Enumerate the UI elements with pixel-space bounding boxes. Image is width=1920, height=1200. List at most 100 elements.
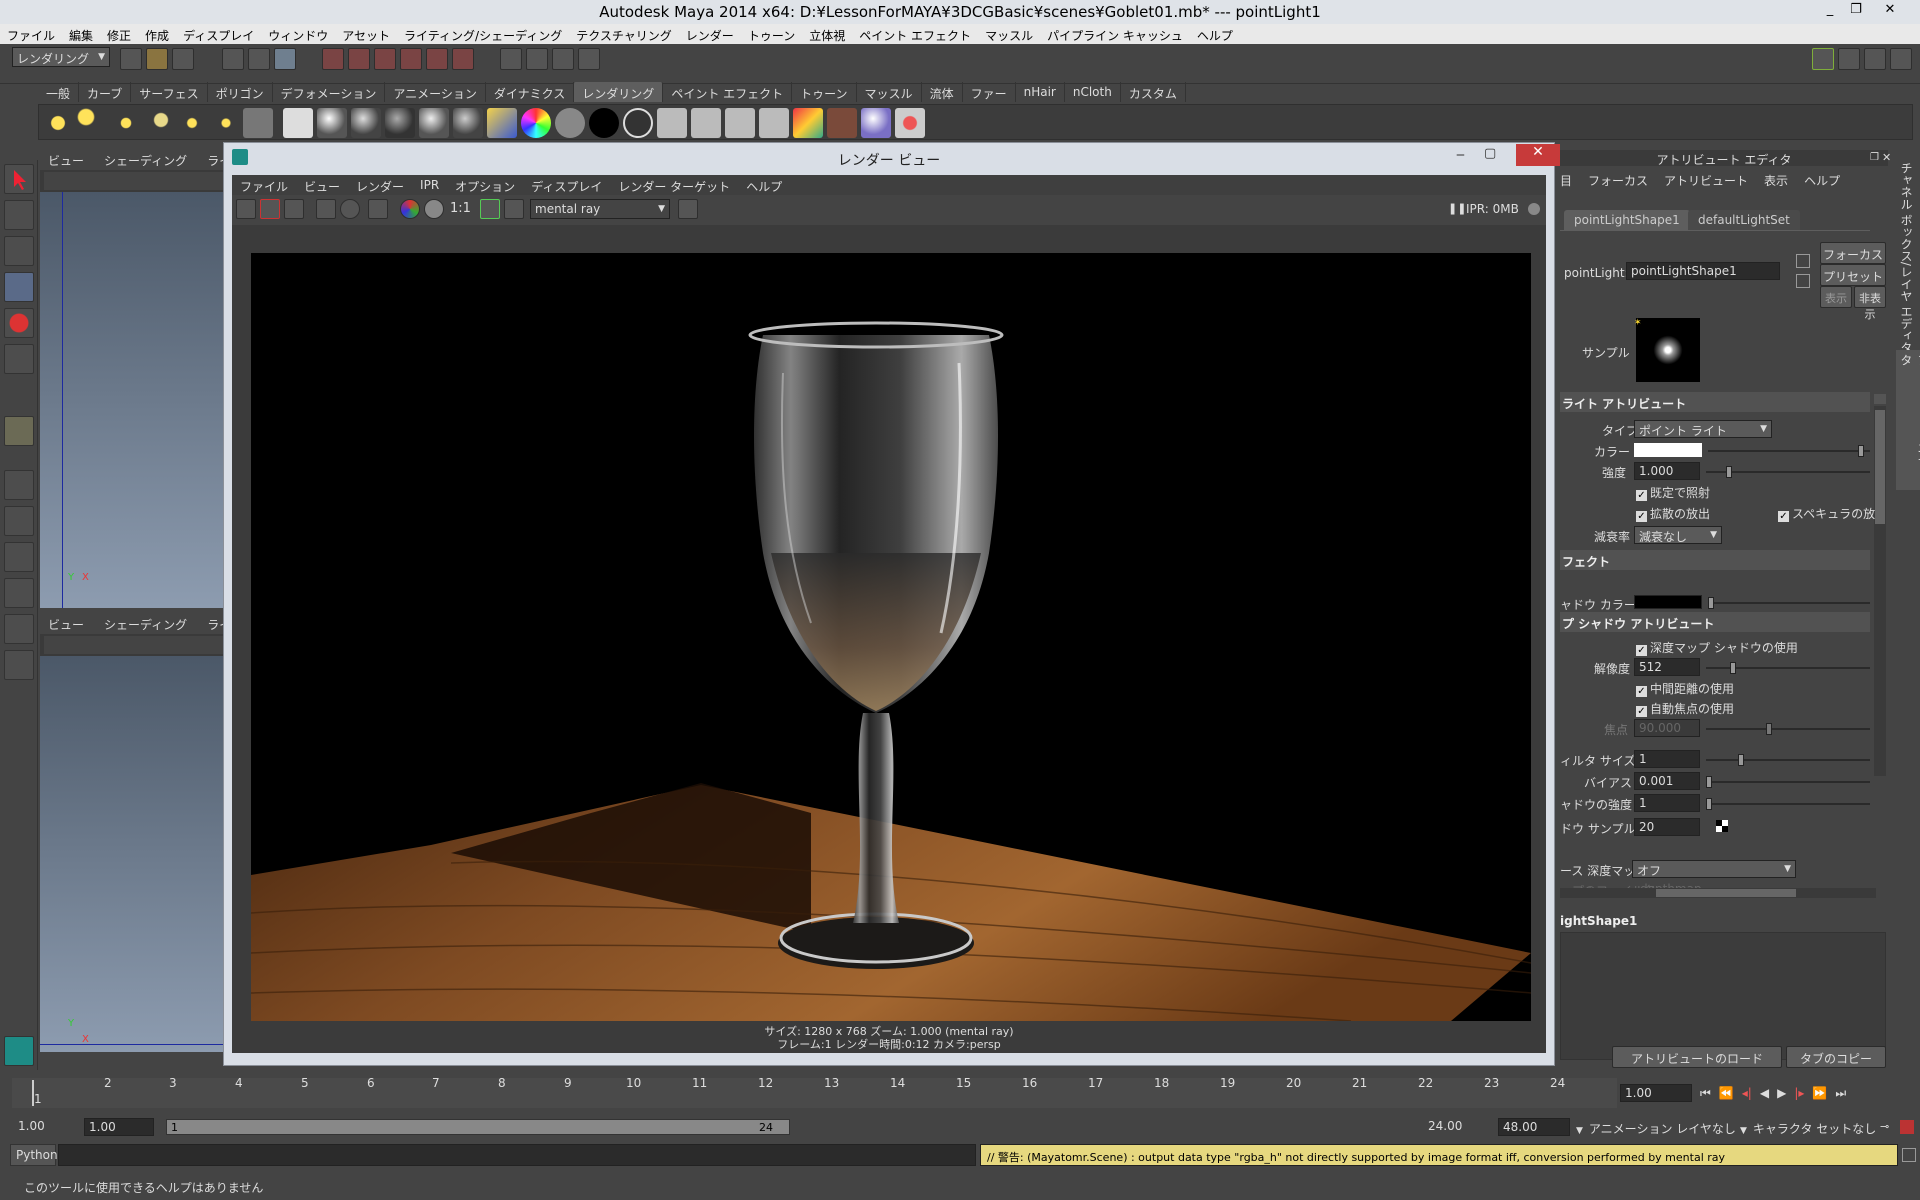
- viewport-menu-view[interactable]: ビュー: [48, 618, 84, 632]
- hypershade-icon[interactable]: [578, 48, 600, 70]
- show-tool-settings-icon[interactable]: [1838, 48, 1860, 70]
- load-attributes-button[interactable]: アトリビュートのロード: [1612, 1046, 1782, 1068]
- viewport-panel-toolbar[interactable]: [44, 172, 224, 190]
- ae-tab-pointlightshape[interactable]: pointLightShape1: [1564, 210, 1690, 230]
- ae-menu-focus[interactable]: フォーカス: [1588, 172, 1648, 189]
- redo-render-icon[interactable]: [236, 199, 256, 219]
- show-channel-box-icon[interactable]: [1864, 48, 1886, 70]
- light-effects-section[interactable]: フェクト: [1560, 550, 1870, 570]
- four-view-layout-icon[interactable]: [4, 506, 34, 536]
- rv-menu-ipr[interactable]: IPR: [412, 175, 447, 195]
- shelf-tab-polygons[interactable]: ポリゴン: [208, 82, 273, 102]
- side-tab-attribute-editor[interactable]: アトリビュート エディタ: [1896, 350, 1920, 490]
- disk-based-dmaps-dropdown[interactable]: オフ ▼: [1632, 860, 1796, 878]
- playback-end-field[interactable]: 24.00: [1424, 1118, 1494, 1136]
- color-slider[interactable]: [1708, 445, 1870, 457]
- key-icon[interactable]: ⊸: [1880, 1120, 1889, 1133]
- rv-menu-options[interactable]: オプション: [447, 175, 523, 195]
- map-button-icon[interactable]: [1716, 820, 1728, 832]
- rendered-image[interactable]: [251, 253, 1531, 1021]
- shadow-color-slider-knob[interactable]: [1708, 597, 1714, 609]
- last-tool-icon[interactable]: [4, 416, 34, 446]
- surface-shader-icon[interactable]: [555, 108, 585, 138]
- intensity-slider-knob[interactable]: [1726, 466, 1732, 478]
- point-light-icon[interactable]: [111, 108, 141, 138]
- restore-button[interactable]: ❐: [1846, 2, 1866, 17]
- copy-tab-button[interactable]: タブのコピー: [1786, 1046, 1886, 1068]
- go-to-output-icon[interactable]: [1796, 274, 1810, 288]
- intensity-field[interactable]: 1.000: [1634, 462, 1700, 480]
- end-time-field[interactable]: 48.00: [1498, 1118, 1570, 1136]
- fog-shadow-intensity-slider[interactable]: [1706, 798, 1870, 810]
- texture-ball-icon[interactable]: [861, 108, 891, 138]
- go-to-end-icon[interactable]: ⏭: [1835, 1086, 1846, 1101]
- menu-display[interactable]: ディスプレイ: [176, 24, 261, 44]
- directional-light-icon[interactable]: [77, 108, 107, 138]
- rgb-channels-icon[interactable]: [400, 199, 420, 219]
- bias-slider-knob[interactable]: [1706, 776, 1712, 788]
- volume-light-icon[interactable]: [211, 108, 241, 138]
- select-component-icon[interactable]: [274, 48, 296, 70]
- use-mid-dist-checkbox[interactable]: ✓ 中間距離の使用: [1636, 680, 1734, 697]
- preferences-icon[interactable]: [1900, 1120, 1914, 1134]
- resolution-field[interactable]: 512: [1634, 658, 1700, 676]
- render-sequence-icon[interactable]: [691, 108, 721, 138]
- scale-tool-icon[interactable]: [4, 344, 34, 374]
- anisotropic-icon[interactable]: [317, 108, 347, 138]
- snap-point-icon[interactable]: [374, 48, 396, 70]
- menu-file[interactable]: ファイル: [0, 24, 62, 44]
- ipr-render-icon[interactable]: [316, 199, 336, 219]
- render-globals-icon[interactable]: [793, 108, 823, 138]
- ae-scrollbar[interactable]: [1874, 406, 1886, 776]
- range-bar[interactable]: 1 24: [166, 1119, 790, 1135]
- viewport-menu-view[interactable]: ビュー: [48, 154, 84, 168]
- fog-shadow-intensity-field[interactable]: 1: [1634, 794, 1700, 812]
- menu-muscle[interactable]: マッスル: [978, 24, 1040, 44]
- emit-diffuse-checkbox[interactable]: ✓ 拡散の放出: [1636, 505, 1710, 522]
- shelf-tab-curves[interactable]: カーブ: [79, 82, 132, 102]
- ae-float-icon[interactable]: ❐: [1870, 152, 1879, 163]
- viewport-bottom[interactable]: ビューシェーディングライティ Y X: [40, 616, 254, 1052]
- ramp-shader-icon[interactable]: [487, 108, 517, 138]
- bias-field[interactable]: 0.001: [1634, 772, 1700, 790]
- move-tool-icon[interactable]: [4, 272, 34, 302]
- filter-size-slider[interactable]: [1706, 754, 1870, 766]
- phong-icon[interactable]: [419, 108, 449, 138]
- rv-menu-render[interactable]: レンダー: [348, 175, 412, 195]
- render-frame-icon[interactable]: [500, 48, 522, 70]
- snap-surface-icon[interactable]: [426, 48, 448, 70]
- filter-size-field[interactable]: 1: [1634, 750, 1700, 768]
- rv-menu-display[interactable]: ディスプレイ: [523, 175, 610, 195]
- notes-field[interactable]: [1560, 932, 1886, 1060]
- rotate-tool-icon[interactable]: [4, 308, 34, 338]
- ipr-render-icon[interactable]: [526, 48, 548, 70]
- ae-scrollbar-thumb[interactable]: [1875, 410, 1885, 524]
- side-tab-channel-box[interactable]: チャネル ボックス/レイヤ エディタ: [1898, 162, 1915, 354]
- maximize-icon[interactable]: ▢: [1484, 146, 1496, 161]
- graph-editor-layout-icon[interactable]: [4, 578, 34, 608]
- ambient-light-icon[interactable]: [43, 108, 73, 138]
- fog-shadow-intensity-slider-knob[interactable]: [1706, 798, 1712, 810]
- camera-icon[interactable]: [243, 108, 273, 138]
- render-settings-icon[interactable]: [368, 199, 388, 219]
- menu-assets[interactable]: アセット: [335, 24, 397, 44]
- depth-map-shadow-section[interactable]: プ シャドウ アトリビュート: [1560, 612, 1870, 632]
- menu-toon[interactable]: トゥーン: [741, 24, 802, 44]
- intensity-slider[interactable]: [1706, 466, 1870, 478]
- shelf-tab-animation[interactable]: アニメーション: [385, 82, 486, 102]
- viewport-canvas[interactable]: [40, 656, 225, 1052]
- shelf-tab-dynamics[interactable]: ダイナミクス: [486, 82, 575, 102]
- ipr-icon[interactable]: [725, 108, 755, 138]
- use-background-icon[interactable]: [589, 108, 619, 138]
- menu-lighting-shading[interactable]: ライティング/シェーディング: [397, 24, 569, 44]
- illuminates-by-default-checkbox[interactable]: ✓ 既定で照射: [1636, 484, 1710, 501]
- bias-slider[interactable]: [1706, 776, 1870, 788]
- spot-light-icon[interactable]: [143, 108, 173, 138]
- node-name-field[interactable]: pointLightShape1: [1626, 262, 1780, 280]
- show-attribute-editor-icon[interactable]: [1812, 48, 1834, 70]
- use-auto-focus-checkbox[interactable]: ✓ 自動焦点の使用: [1636, 700, 1734, 717]
- resolution-slider-knob[interactable]: [1730, 662, 1736, 674]
- hypershade-shelf-icon[interactable]: [827, 108, 857, 138]
- alpha-channel-icon[interactable]: [424, 199, 444, 219]
- shelf-tab-general[interactable]: 一般: [38, 82, 80, 102]
